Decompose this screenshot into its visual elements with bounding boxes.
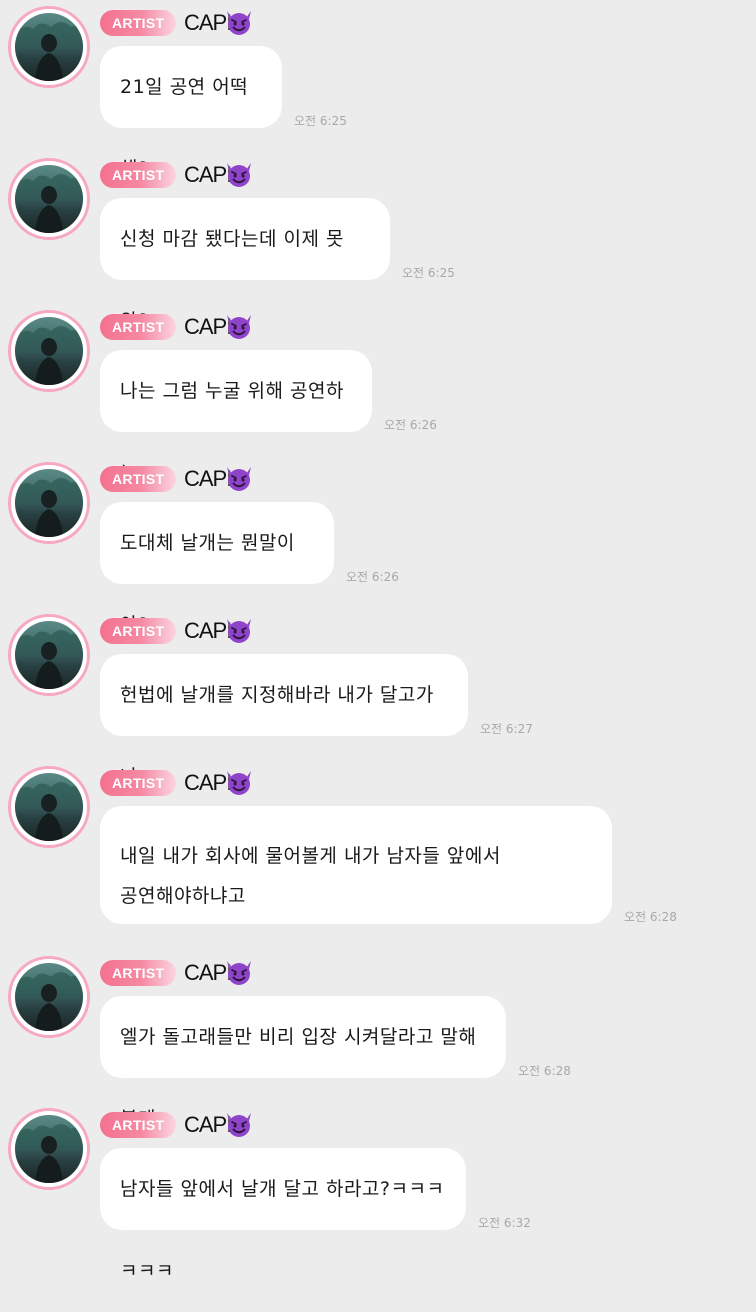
smiling-devil-icon	[227, 11, 251, 35]
message-time: 오전 6:26	[346, 570, 399, 584]
artist-badge: ARTIST	[100, 1112, 176, 1138]
avatar[interactable]	[8, 1108, 90, 1190]
profile-photo	[15, 469, 83, 537]
avatar[interactable]	[8, 6, 90, 88]
message-time: 오전 6:28	[624, 910, 677, 924]
profile-photo	[15, 621, 83, 689]
message-bubble[interactable]: 남자들 앞에서 날개 달고 하라고?ㅋㅋㅋㅋㅋㅋ	[100, 1148, 466, 1282]
profile-photo	[15, 317, 83, 385]
message-bubble[interactable]: 도대체 날개는 뭔말이야?	[100, 502, 334, 636]
message-text-line-1: 내일 내가 회사에 물어볼게 내가 남자들 앞에서	[120, 845, 501, 867]
message-time: 오전 6:27	[480, 722, 533, 736]
artist-badge: ARTIST	[100, 10, 176, 36]
message-bubble[interactable]: 신청 마감 됐다는데 이제 못와?	[100, 198, 390, 332]
message-bubble[interactable]: 엘가 돌고래들만 비리 입장 시켜달라고 말해볼게	[100, 996, 506, 1130]
smiling-devil-icon	[227, 771, 251, 795]
profile-photo	[15, 963, 83, 1031]
profile-photo	[15, 1115, 83, 1183]
message-text: 남자들 앞에서 날개 달고 하라고?ㅋㅋㅋㅋㅋㅋ	[120, 1178, 445, 1282]
smiling-devil-icon	[227, 163, 251, 187]
smiling-devil-icon	[227, 619, 251, 643]
message-time: 오전 6:28	[518, 1064, 571, 1078]
artist-badge: ARTIST	[100, 314, 176, 340]
artist-badge: ARTIST	[100, 466, 176, 492]
smiling-devil-icon	[227, 961, 251, 985]
smiling-devil-icon	[227, 1113, 251, 1137]
avatar[interactable]	[8, 956, 90, 1038]
profile-photo	[15, 773, 83, 841]
avatar[interactable]	[8, 158, 90, 240]
message-time: 오전 6:25	[402, 266, 455, 280]
message-text-line-2: 공연해야하냐고	[120, 885, 246, 907]
avatar[interactable]	[8, 462, 90, 544]
message-time: 오전 6:32	[478, 1216, 531, 1230]
message-time: 오전 6:26	[384, 418, 437, 432]
avatar[interactable]	[8, 614, 90, 696]
smiling-devil-icon	[227, 467, 251, 491]
message-bubble[interactable]: 내일 내가 회사에 물어볼게 내가 남자들 앞에서 공연해야하냐고	[100, 806, 612, 924]
message-bubble[interactable]: 나는 그럼 누굴 위해 공연하노	[100, 350, 372, 484]
chat-thread[interactable]: ARTIST CAPI 21일 공연 어떡해? 오전 6:25	[0, 0, 756, 1282]
avatar[interactable]	[8, 310, 90, 392]
artist-badge: ARTIST	[100, 770, 176, 796]
smiling-devil-icon	[227, 315, 251, 339]
profile-photo	[15, 165, 83, 233]
message-text: 엘가 돌고래들만 비리 입장 시켜달라고 말해볼게	[120, 1026, 477, 1130]
artist-badge: ARTIST	[100, 960, 176, 986]
artist-badge: ARTIST	[100, 618, 176, 644]
message-bubble[interactable]: 21일 공연 어떡해?	[100, 46, 282, 180]
profile-photo	[15, 13, 83, 81]
message-bubble[interactable]: 헌법에 날개를 지정해바라 내가 달고가나	[100, 654, 468, 788]
message-time: 오전 6:25	[294, 114, 347, 128]
artist-badge: ARTIST	[100, 162, 176, 188]
avatar[interactable]	[8, 766, 90, 848]
